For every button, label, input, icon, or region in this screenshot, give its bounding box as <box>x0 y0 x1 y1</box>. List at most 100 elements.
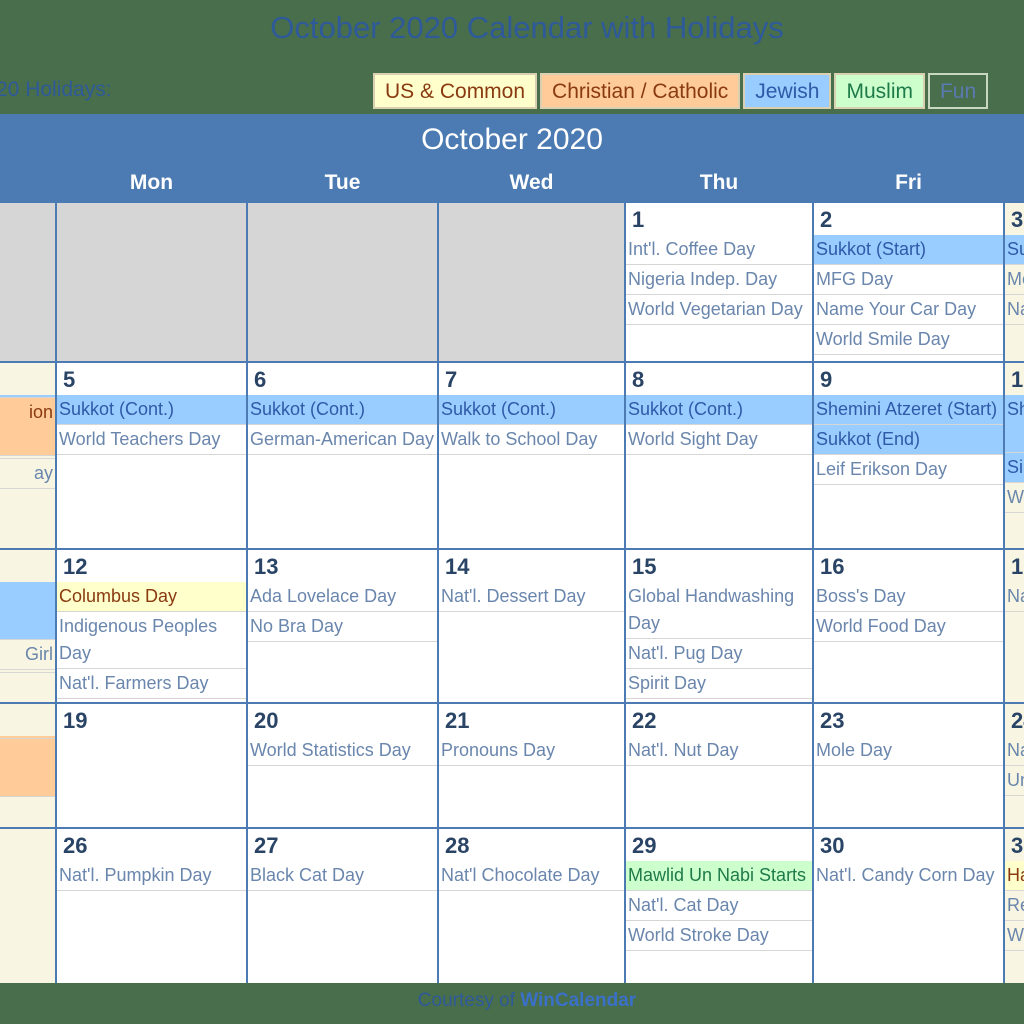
day-cell[interactable]: 6 Sukkot (Cont.) German-American Day <box>248 363 437 548</box>
day-cell[interactable]: 3 SuMeNa <box>1005 203 1024 361</box>
day-cell[interactable]: 24 NaUn <box>1005 704 1024 827</box>
holiday-event[interactable]: World Vegetarian Day <box>626 295 812 325</box>
holiday-event[interactable]: World Stroke Day <box>626 921 812 951</box>
day-cell[interactable]: 15 Global Handwashing Day Nat'l. Pug Day Sp… <box>626 550 812 702</box>
wincalendar-link[interactable]: WinCalendar <box>520 990 636 1011</box>
holiday-event[interactable]: Ada Lovelace Day <box>248 582 437 612</box>
day-number: 16 <box>820 554 845 579</box>
day-cell[interactable]: 9 Shemini Atzeret (Start) Sukkot (End) Leif… <box>814 363 1003 548</box>
day-cell[interactable]: 1 Int'l. Coffee Day Nigeria Indep. Day Worl… <box>626 203 812 361</box>
holiday-event[interactable]: Sukkot (Cont.) <box>439 395 624 425</box>
day-cell[interactable]: 29 Mawlid Un Nabi Starts Nat'l. Cat Day Wor… <box>626 829 812 983</box>
day-cell[interactable] <box>0 203 55 361</box>
holiday-event[interactable]: Leif Erikson Day <box>814 455 1003 485</box>
holiday-event[interactable]: Sukkot (Cont.) <box>248 395 437 425</box>
day-cell[interactable]: ion ay <box>0 363 55 548</box>
day-cell[interactable]: 27 Black Cat Day <box>248 829 437 983</box>
holiday-event[interactable]: Nat'l. Farmers Day <box>57 669 246 699</box>
holiday-event[interactable]: Sin <box>1005 453 1024 483</box>
holiday-event[interactable]: Wo <box>1005 483 1024 513</box>
holiday-event[interactable]: Pronouns Day <box>439 736 624 766</box>
holiday-event[interactable]: Nat'l. Nut Day <box>626 736 812 766</box>
holiday-event[interactable]: Walk to School Day <box>439 425 624 455</box>
day-cell[interactable]: 5 Sukkot (Cont.) World Teachers Day <box>57 363 246 548</box>
legend-jewish[interactable]: Jewish <box>743 73 832 109</box>
holiday-event[interactable]: Sh (C <box>1005 395 1024 453</box>
holiday-event[interactable]: Ha <box>1005 861 1024 891</box>
holiday-event[interactable]: World Smile Day <box>814 325 1003 355</box>
day-cell[interactable]: 19 <box>57 704 246 827</box>
holiday-event[interactable]: German-American Day <box>248 425 437 455</box>
holiday-event[interactable]: Un <box>1005 766 1024 796</box>
holiday-event[interactable]: World Teachers Day <box>57 425 246 455</box>
holiday-event[interactable]: Nigeria Indep. Day <box>626 265 812 295</box>
holiday-event[interactable]: MFG Day <box>814 265 1003 295</box>
legend-us-common[interactable]: US & Common <box>373 73 538 109</box>
holiday-event[interactable]: Sukkot (Cont.) <box>626 395 812 425</box>
legend-muslim[interactable]: Muslim <box>834 73 925 109</box>
day-cell[interactable]: 20 World Statistics Day <box>248 704 437 827</box>
holiday-event[interactable] <box>0 739 55 797</box>
day-cell[interactable]: 26 Nat'l. Pumpkin Day <box>57 829 246 983</box>
day-cell[interactable]: 7 Sukkot (Cont.) Walk to School Day <box>439 363 624 548</box>
day-cell[interactable] <box>0 704 55 827</box>
holiday-event[interactable]: Nat'l Chocolate Day <box>439 861 624 891</box>
holiday-event[interactable]: Me <box>1005 265 1024 295</box>
holiday-event[interactable]: World Statistics Day <box>248 736 437 766</box>
holiday-event[interactable]: Mole Day <box>814 736 1003 766</box>
holiday-event[interactable]: Na <box>1005 736 1024 766</box>
holiday-event[interactable]: Re <box>1005 891 1024 921</box>
holiday-event[interactable]: Boss's Day <box>814 582 1003 612</box>
legend-christian-catholic[interactable]: Christian / Catholic <box>540 73 741 109</box>
holiday-event[interactable]: World Food Day <box>814 612 1003 642</box>
holiday-event[interactable]: ion <box>0 398 55 456</box>
holiday-event[interactable]: Nat'l. Pug Day <box>626 639 812 669</box>
holiday-event[interactable]: Sukkot (Start) <box>814 235 1003 265</box>
day-cell[interactable]: 2 Sukkot (Start) MFG Day Name Your Car Day W… <box>814 203 1003 361</box>
holiday-event[interactable]: ay <box>0 459 55 489</box>
day-cell[interactable]: Girl <box>0 550 55 702</box>
holiday-event[interactable]: Su <box>1005 235 1024 265</box>
day-cell[interactable]: 23 Mole Day <box>814 704 1003 827</box>
holiday-event[interactable]: Global Handwashing Day <box>626 582 812 639</box>
day-cell[interactable]: 12 Columbus Day Indigenous Peoples Day Nat'… <box>57 550 246 702</box>
day-cell[interactable]: 21 Pronouns Day <box>439 704 624 827</box>
holiday-event[interactable]: Girl <box>0 640 55 670</box>
holiday-event[interactable]: Indigenous Peoples Day <box>57 612 246 669</box>
holiday-event[interactable]: Nat'l. Cat Day <box>626 891 812 921</box>
holiday-event[interactable] <box>0 670 55 673</box>
day-cell[interactable]: 22 Nat'l. Nut Day <box>626 704 812 827</box>
holiday-event[interactable]: Nat'l. Pumpkin Day <box>57 861 246 891</box>
day-cell[interactable]: 13 Ada Lovelace Day No Bra Day <box>248 550 437 702</box>
day-cell[interactable] <box>0 829 55 983</box>
holiday-event[interactable]: Nat'l. Dessert Day <box>439 582 624 612</box>
holiday-event[interactable]: World Sight Day <box>626 425 812 455</box>
day-cell[interactable]: 8 Sukkot (Cont.) World Sight Day <box>626 363 812 548</box>
holiday-event[interactable]: Spirit Day <box>626 669 812 699</box>
day-cell[interactable]: 31 HaReWo <box>1005 829 1024 983</box>
legend-fun[interactable]: Fun <box>927 73 989 109</box>
holiday-event[interactable]: Wo <box>1005 921 1024 951</box>
holiday-event[interactable]: Na <box>1005 295 1024 325</box>
holiday-event[interactable]: Columbus Day <box>57 582 246 612</box>
holiday-event[interactable]: Int'l. Coffee Day <box>626 235 812 265</box>
holiday-event[interactable]: Sukkot (Cont.) <box>57 395 246 425</box>
day-cell[interactable]: 14 Nat'l. Dessert Day <box>439 550 624 702</box>
day-cell[interactable] <box>57 203 246 361</box>
holiday-event[interactable]: Nat'l. Candy Corn Day <box>814 861 1003 890</box>
holiday-event[interactable]: Black Cat Day <box>248 861 437 891</box>
day-cell[interactable]: 30 Nat'l. Candy Corn Day <box>814 829 1003 983</box>
day-cell[interactable]: 28 Nat'l Chocolate Day <box>439 829 624 983</box>
holiday-event[interactable]: No Bra Day <box>248 612 437 642</box>
day-cell[interactable]: 17 Na <box>1005 550 1024 702</box>
day-cell[interactable] <box>248 203 437 361</box>
day-cell[interactable] <box>439 203 624 361</box>
holiday-event[interactable]: Name Your Car Day <box>814 295 1003 325</box>
holiday-event[interactable]: Na <box>1005 582 1024 612</box>
holiday-event[interactable]: Shemini Atzeret (Start) <box>814 395 1003 425</box>
holiday-event[interactable]: Mawlid Un Nabi Starts <box>626 861 812 891</box>
day-cell[interactable]: 10 Sh (CSinWo <box>1005 363 1024 548</box>
holiday-event[interactable] <box>0 582 55 640</box>
day-cell[interactable]: 16 Boss's Day World Food Day <box>814 550 1003 702</box>
holiday-event[interactable]: Sukkot (End) <box>814 425 1003 455</box>
